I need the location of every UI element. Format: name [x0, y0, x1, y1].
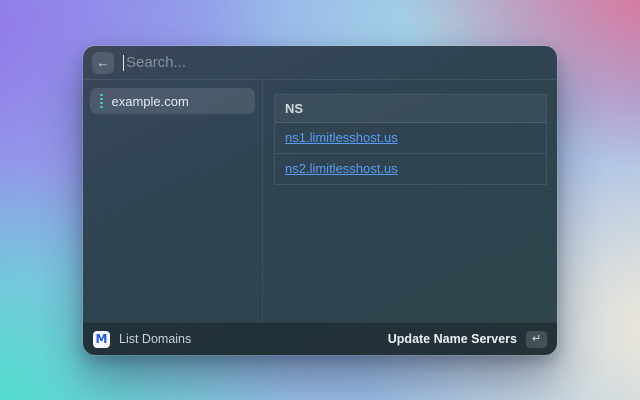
grip-icon	[100, 93, 103, 109]
footer-app-info: M List Domains	[93, 330, 192, 348]
table-header-ns: NS	[275, 95, 546, 123]
domain-name-label: example.com	[111, 93, 189, 109]
nameserver-link-1[interactable]: ns1.limitlesshost.us	[285, 130, 398, 145]
enter-keycap: ↵	[526, 330, 547, 348]
app-logo-icon: M	[93, 330, 110, 348]
enter-key-icon: ↵	[531, 332, 542, 345]
action-bar: M List Domains Update Name Servers ↵	[83, 322, 557, 355]
sidebar-item-domain[interactable]: example.com	[90, 88, 255, 114]
table-row: ns1.limitlesshost.us	[275, 123, 546, 154]
nameserver-link-2[interactable]: ns2.limitlesshost.us	[285, 161, 398, 176]
primary-action-button[interactable]: Update Name Servers ↵	[387, 330, 547, 348]
arrow-left-icon: ←	[96, 55, 110, 70]
search-bar: ← Search...	[83, 46, 557, 80]
text-cursor	[123, 54, 124, 71]
nameserver-table: NS ns1.limitlesshost.us ns2.limitlesshos…	[274, 94, 547, 185]
detail-panel: NS ns1.limitlesshost.us ns2.limitlesshos…	[263, 80, 557, 322]
search-input[interactable]: Search...	[123, 46, 548, 79]
table-row: ns2.limitlesshost.us	[275, 154, 546, 184]
app-window: ← Search... example.com NS ns1.limitless…	[83, 46, 557, 355]
window-body: example.com NS ns1.limitlesshost.us ns2.…	[83, 80, 557, 322]
domain-list-sidebar: example.com	[83, 80, 262, 322]
search-placeholder: Search...	[126, 54, 187, 71]
command-title: List Domains	[119, 332, 192, 346]
primary-action-label: Update Name Servers	[387, 332, 517, 346]
back-button[interactable]: ←	[92, 51, 114, 74]
